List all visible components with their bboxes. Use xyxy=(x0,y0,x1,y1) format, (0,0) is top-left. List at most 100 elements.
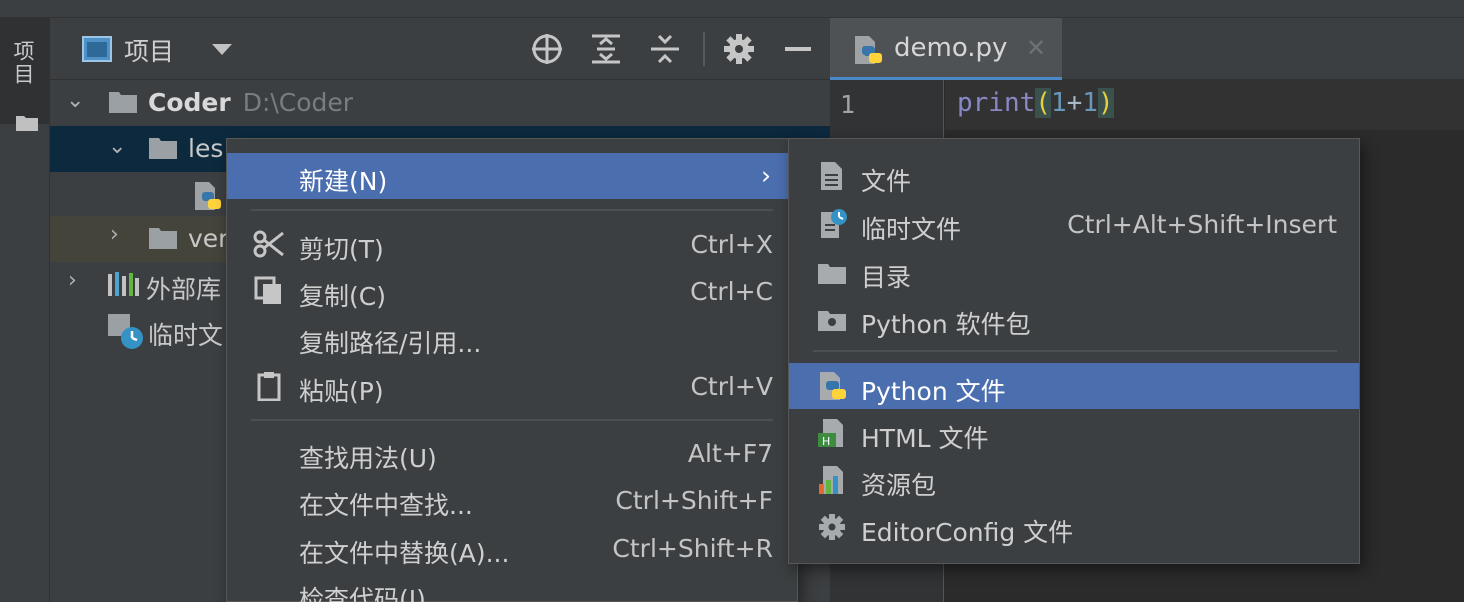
code-open-paren: ( xyxy=(1035,88,1051,118)
submenu-item-editorconfig-file[interactable]: EditorConfig 文件 xyxy=(789,504,1359,550)
menu-item-label: 复制(C) xyxy=(299,282,386,311)
menu-item-replace-in-files[interactable]: 在文件中替换(A)... Ctrl+Shift+R xyxy=(227,525,797,571)
tree-row-root[interactable]: ⌄ Coder D:\Coder xyxy=(50,80,830,126)
copy-icon xyxy=(254,276,281,304)
submenu-item-file[interactable]: 文件 xyxy=(789,153,1359,199)
menu-item-find-usages[interactable]: 查找用法(U) Alt+F7 xyxy=(227,430,797,476)
scissors-icon xyxy=(253,230,284,258)
tab-label: demo.py xyxy=(894,33,1008,63)
root-folder-path: D:\Coder xyxy=(242,88,354,117)
folder-icon xyxy=(149,228,177,249)
menu-item-label: 粘贴(P) xyxy=(299,377,384,406)
scratch-file-icon xyxy=(821,209,847,238)
collapse-all-icon[interactable] xyxy=(648,32,682,66)
expand-all-icon[interactable] xyxy=(589,32,623,66)
submenu-item-label: Python 文件 xyxy=(861,377,1006,406)
line-number: 1 xyxy=(840,90,856,119)
menu-item-copy-path[interactable]: 复制路径/引用... xyxy=(227,315,797,361)
folder-icon xyxy=(818,264,846,284)
svg-text:H: H xyxy=(822,435,830,448)
header-divider xyxy=(703,32,705,66)
gear-icon[interactable] xyxy=(722,32,756,66)
title-strip xyxy=(0,0,1464,18)
menu-item-label: 在文件中查找... xyxy=(299,491,473,520)
submenu-item-scratch-file[interactable]: 临时文件 Ctrl+Alt+Shift+Insert xyxy=(789,201,1359,247)
menu-item-inspect-code[interactable]: 检查代码(I)... xyxy=(227,571,797,602)
submenu-item-label: EditorConfig 文件 xyxy=(861,518,1074,547)
menu-item-label: 查找用法(U) xyxy=(299,444,437,473)
locate-crosshair-icon[interactable] xyxy=(530,32,564,66)
package-icon xyxy=(818,311,846,331)
code-operator: + xyxy=(1066,88,1083,118)
submenu-item-label: Python 软件包 xyxy=(861,310,1031,339)
resource-bundle-icon xyxy=(819,466,843,494)
html-file-icon: H xyxy=(818,419,843,448)
menu-item-shortcut: Alt+F7 xyxy=(687,439,773,468)
chevron-down-icon[interactable]: ⌄ xyxy=(66,88,84,113)
code-line[interactable]: print(1+1) xyxy=(957,88,1114,118)
menu-item-shortcut: Ctrl+X xyxy=(690,230,773,259)
submenu-item-resource-bundle[interactable]: 资源包 xyxy=(789,457,1359,503)
external-libraries-label: 外部库 xyxy=(146,275,222,304)
close-icon[interactable]: ✕ xyxy=(1026,34,1046,62)
folder-icon xyxy=(149,138,177,159)
python-file-icon xyxy=(195,182,221,210)
chevron-right-icon: › xyxy=(761,161,771,190)
menu-item-paste[interactable]: 粘贴(P) Ctrl+V xyxy=(227,363,797,409)
submenu-item-label: 目录 xyxy=(861,263,912,292)
submenu-item-label: 临时文件 xyxy=(861,215,962,244)
project-panel-title[interactable]: 项目 xyxy=(124,32,174,68)
submenu-item-directory[interactable]: 目录 xyxy=(789,249,1359,295)
scratch-icon xyxy=(108,314,143,349)
menu-item-label: 检查代码(I)... xyxy=(299,585,450,602)
menu-item-shortcut: Ctrl+V xyxy=(690,372,773,401)
menu-item-copy[interactable]: 复制(C) Ctrl+C xyxy=(227,268,797,314)
menu-item-shortcut: Ctrl+C xyxy=(690,277,773,306)
submenu-separator xyxy=(813,350,1337,352)
submenu-item-python-file[interactable]: Python 文件 xyxy=(789,363,1359,409)
submenu-item-label: 资源包 xyxy=(861,471,937,500)
library-icon xyxy=(108,272,139,296)
code-number: 1 xyxy=(1082,88,1098,118)
chevron-down-icon[interactable] xyxy=(212,44,232,55)
menu-item-find-in-files[interactable]: 在文件中查找... Ctrl+Shift+F xyxy=(227,477,797,523)
folder-icon xyxy=(16,116,38,131)
submenu-item-label: 文件 xyxy=(861,167,912,196)
code-number: 1 xyxy=(1050,88,1067,118)
menu-item-label: 复制路径/引用... xyxy=(299,329,482,358)
menu-item-label: 新建(N) xyxy=(299,167,388,196)
menu-separator xyxy=(251,209,773,211)
menu-item-new[interactable]: 新建(N) › xyxy=(227,153,797,199)
chevron-right-icon[interactable]: › xyxy=(110,222,119,247)
chevron-down-icon[interactable]: ⌄ xyxy=(108,134,126,159)
submenu-item-html-file[interactable]: H HTML 文件 xyxy=(789,410,1359,456)
submenu-item-label: HTML 文件 xyxy=(861,424,989,453)
file-icon xyxy=(821,162,842,190)
scratches-label: 临时文 xyxy=(148,321,224,350)
menu-item-label: 在文件中替换(A)... xyxy=(299,539,510,568)
menu-separator xyxy=(251,419,773,421)
tab-demo-py[interactable]: demo.py ✕ xyxy=(830,18,1062,80)
context-menu: 新建(N) › 剪切(T) Ctrl+X 复制(C) Ctrl+C 复制路径/引… xyxy=(226,138,798,602)
menu-item-cut[interactable]: 剪切(T) Ctrl+X xyxy=(227,221,797,267)
python-file-icon xyxy=(820,372,846,400)
menu-item-shortcut: Ctrl+Shift+R xyxy=(612,534,773,563)
new-submenu: 文件 临时文件 Ctrl+Alt+Shift+Insert 目录 Python … xyxy=(788,138,1360,564)
menu-item-label: 剪切(T) xyxy=(299,235,384,264)
chevron-right-icon[interactable]: › xyxy=(68,268,77,293)
venv-folder-name: ver xyxy=(188,224,229,253)
editor-tab-bar: demo.py ✕ xyxy=(830,18,1464,80)
menu-item-shortcut: Ctrl+Shift+F xyxy=(615,486,773,515)
gear-icon xyxy=(819,514,845,540)
folder-icon xyxy=(109,92,137,113)
project-tool-tab[interactable]: 项目 xyxy=(0,18,50,131)
code-close-paren: ) xyxy=(1097,88,1114,118)
project-panel-header: 项目 xyxy=(50,18,830,80)
lessons-folder-name: les xyxy=(188,134,224,163)
submenu-item-shortcut: Ctrl+Alt+Shift+Insert xyxy=(1067,210,1337,239)
minimize-icon[interactable] xyxy=(781,32,815,66)
root-folder-name: Coder xyxy=(148,88,231,117)
submenu-item-python-package[interactable]: Python 软件包 xyxy=(789,296,1359,342)
project-tool-tab-label: 项目 xyxy=(11,40,35,86)
code-keyword: print xyxy=(957,88,1036,118)
